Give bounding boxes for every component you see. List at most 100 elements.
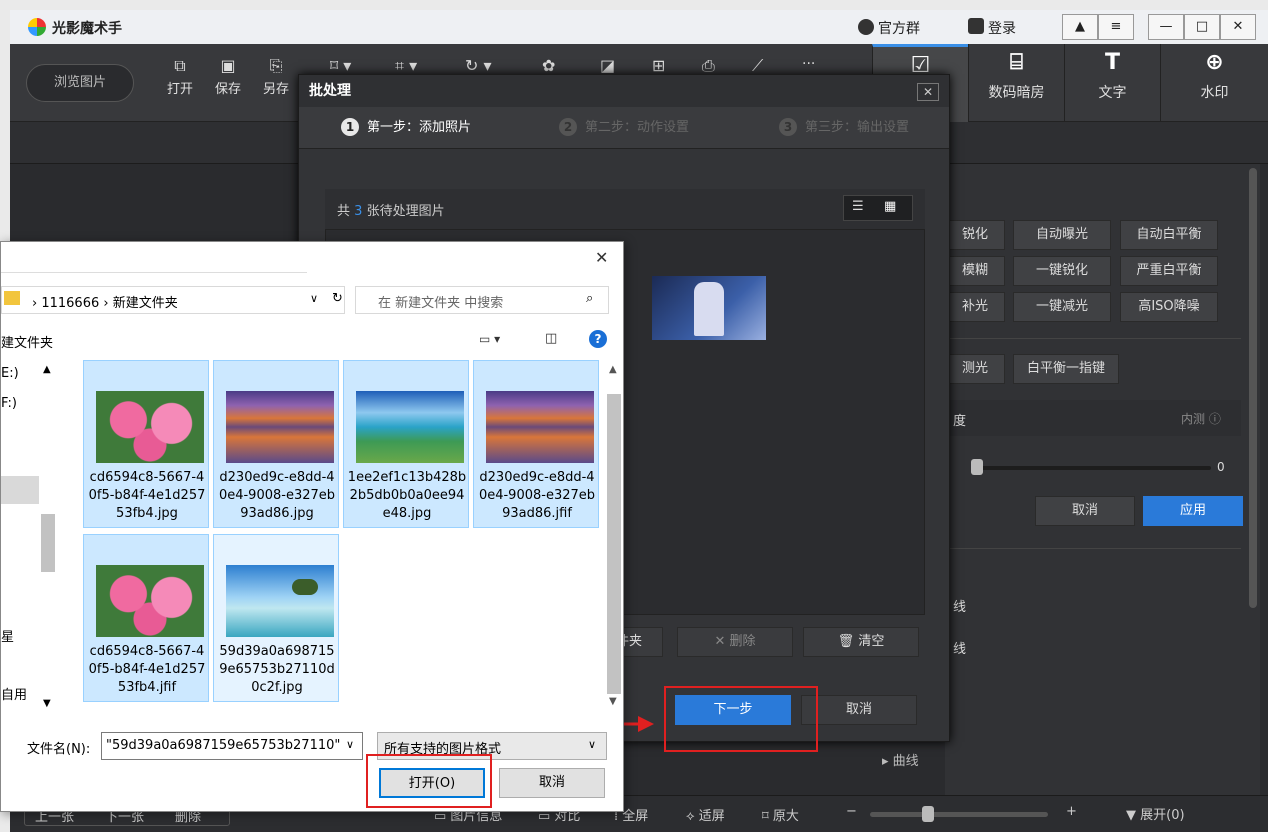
content-scrollbar-thumb[interactable] <box>607 394 621 694</box>
zoom-out-button[interactable]: − <box>846 804 857 819</box>
saveas-tool[interactable]: ⎘ 另存 <box>258 56 294 97</box>
refresh-icon[interactable]: ↻ <box>332 291 343 306</box>
file-thumbnail <box>96 565 204 637</box>
slider-handle[interactable] <box>971 459 983 475</box>
open-tool[interactable]: ⧉ 打开 <box>162 56 198 97</box>
preview-pane-icon[interactable]: ◫ <box>545 331 557 346</box>
panel-item[interactable]: 线 <box>953 638 966 657</box>
file-item[interactable]: d230ed9c-e8dd-40e4-9008-e327eb93ad86.jfi… <box>473 360 599 528</box>
zoom-handle[interactable] <box>922 806 934 822</box>
file-item[interactable]: d230ed9c-e8dd-40e4-9008-e327eb93ad86.jpg <box>213 360 339 528</box>
fit-label: 适屏 <box>698 809 725 824</box>
tab-text[interactable]: T 文字 <box>1064 44 1160 122</box>
file-item[interactable]: cd6594c8-5667-40f5-b84f-4e1d25753fb4.jfi… <box>83 534 209 702</box>
rotate-icon[interactable]: ↻ ▾ <box>465 56 492 75</box>
menu-button[interactable]: ≡ <box>1098 14 1134 40</box>
filename-input[interactable]: "59d39a0a6987159e65753b27110" ∨ <box>101 732 363 760</box>
file-name: cd6594c8-5667-40f5-b84f-4e1d25753fb4.jpg <box>88 470 206 521</box>
sharpen-button[interactable]: 锐化 <box>945 220 1005 250</box>
fit-button[interactable]: ⟡ 适屏 <box>686 805 725 824</box>
grid-view-icon[interactable]: ▦ <box>884 199 896 214</box>
panel-item[interactable]: 线 <box>953 596 966 615</box>
nav-item-selected[interactable] <box>1 476 39 504</box>
clear-button[interactable]: 🗑 清空 <box>803 627 919 657</box>
batch-close-button[interactable]: ✕ <box>917 83 939 101</box>
tab-darkroom[interactable]: ⌸ 数码暗房 <box>968 44 1064 122</box>
batch-cancel-button[interactable]: 取消 <box>801 695 917 725</box>
original-size-button[interactable]: ⌑ 原大 <box>762 805 799 824</box>
remove-button[interactable]: ✕ 删除 <box>677 627 793 657</box>
nav-item[interactable]: 星 <box>1 626 14 645</box>
file-name: cd6594c8-5667-40f5-b84f-4e1d25753fb4.jfi… <box>88 644 206 695</box>
severe-wb-button[interactable]: 严重白平衡 <box>1120 256 1218 286</box>
help-icon[interactable]: ? <box>589 330 607 348</box>
browse-button[interactable]: 浏览图片 <box>26 64 134 102</box>
slider-track[interactable] <box>975 466 1211 470</box>
print-icon[interactable]: ⎙ <box>702 56 715 76</box>
filename-dropdown-icon[interactable]: ∨ <box>346 738 355 751</box>
auto-wb-button[interactable]: 自动白平衡 <box>1120 220 1218 250</box>
skin-button[interactable]: ▲ <box>1062 14 1098 40</box>
panel-cancel-button[interactable]: 取消 <box>1035 496 1135 526</box>
scroll-up-icon[interactable]: ▲ <box>43 364 51 375</box>
high-iso-denoise-button[interactable]: 高ISO降噪 <box>1120 292 1218 322</box>
reduce-light-button[interactable]: 一键减光 <box>1013 292 1111 322</box>
file-item[interactable]: 1ee2ef1c13b428b2b5db0b0a0ee94e48.jpg <box>343 360 469 528</box>
puzzle-icon[interactable]: ⊞ <box>652 56 665 75</box>
scroll-down-icon[interactable]: ▼ <box>609 696 617 707</box>
open-icon: ⧉ <box>174 56 186 75</box>
wb-one-finger-button[interactable]: 白平衡一指键 <box>1013 354 1119 384</box>
minimize-button[interactable]: — <box>1148 14 1184 40</box>
fullscreen-label: 全屏 <box>622 809 649 824</box>
auto-exposure-button[interactable]: 自动曝光 <box>1013 220 1111 250</box>
effects-icon[interactable]: ✿ <box>542 56 555 75</box>
scroll-up-icon[interactable]: ▲ <box>609 364 617 375</box>
nav-scrollbar-thumb[interactable] <box>41 514 55 572</box>
file-cancel-button[interactable]: 取消 <box>499 768 605 798</box>
address-bar[interactable]: › 1116666 › 新建文件夹 ∨ ↻ <box>1 286 345 314</box>
history-dropdown-icon[interactable]: ∨ <box>310 292 318 305</box>
file-item[interactable]: cd6594c8-5667-40f5-b84f-4e1d25753fb4.jpg <box>83 360 209 528</box>
step-3-number: 3 <box>779 118 797 136</box>
file-thumbnail <box>356 391 464 463</box>
zoom-in-button[interactable]: + <box>1066 804 1077 819</box>
breadcrumb-item[interactable]: 新建文件夹 <box>113 296 178 311</box>
breadcrumb-item[interactable]: 1116666 <box>41 296 99 311</box>
nav-item[interactable]: 自用 <box>1 684 27 703</box>
photo-thumbnail[interactable] <box>652 276 766 340</box>
cut-icon[interactable]: ⌗ ▾ <box>395 56 417 76</box>
thumbnail-figure <box>694 282 724 336</box>
view-menu-icon[interactable]: ▭ ▾ <box>479 332 500 346</box>
step-3: 3 第三步：输出设置 <box>779 107 909 149</box>
maximize-button[interactable]: □ <box>1184 14 1220 40</box>
tree-crown <box>292 579 318 595</box>
metering-button[interactable]: 测光 <box>945 354 1005 384</box>
fill-light-button[interactable]: 补光 <box>945 292 1005 322</box>
brush-icon[interactable]: ⟋ <box>752 56 763 76</box>
official-group-link[interactable]: 官方群 <box>878 18 920 38</box>
more-button[interactable]: ··· <box>802 56 815 72</box>
curve-item[interactable]: ▸ 曲线 <box>882 750 919 769</box>
original-size-label: 原大 <box>772 809 799 824</box>
dialog-close-icon[interactable]: ✕ <box>595 248 608 267</box>
search-box[interactable]: 在 新建文件夹 中搜索 ⌕ <box>355 286 609 314</box>
tab-watermark[interactable]: ⊕ 水印 <box>1160 44 1268 122</box>
login-link[interactable]: 登录 <box>988 18 1016 38</box>
close-button[interactable]: ✕ <box>1220 14 1256 40</box>
zoom-slider[interactable] <box>870 812 1048 817</box>
crop-icon[interactable]: ⌑ ▾ <box>330 56 351 75</box>
one-click-sharpen-button[interactable]: 一键锐化 <box>1013 256 1111 286</box>
scroll-down-icon[interactable]: ▼ <box>43 698 51 709</box>
panel-scrollbar[interactable] <box>1249 168 1257 608</box>
breadcrumb: › 1116666 › 新建文件夹 <box>32 296 178 311</box>
nav-item-drive-e[interactable]: E:) <box>1 366 19 381</box>
expand-button[interactable]: ▼ 展开(0) <box>1126 804 1185 823</box>
frame-icon[interactable]: ◪ <box>600 56 615 75</box>
nav-item-drive-f[interactable]: F:) <box>1 396 17 411</box>
list-view-icon[interactable]: ☰ <box>852 199 864 214</box>
folder-label: 建文件夹 <box>1 336 54 351</box>
panel-apply-button[interactable]: 应用 <box>1143 496 1243 526</box>
file-item[interactable]: 59d39a0a6987159e65753b27110d0c2f.jpg <box>213 534 339 702</box>
blur-button[interactable]: 模糊 <box>945 256 1005 286</box>
save-tool[interactable]: ▣ 保存 <box>210 56 246 97</box>
